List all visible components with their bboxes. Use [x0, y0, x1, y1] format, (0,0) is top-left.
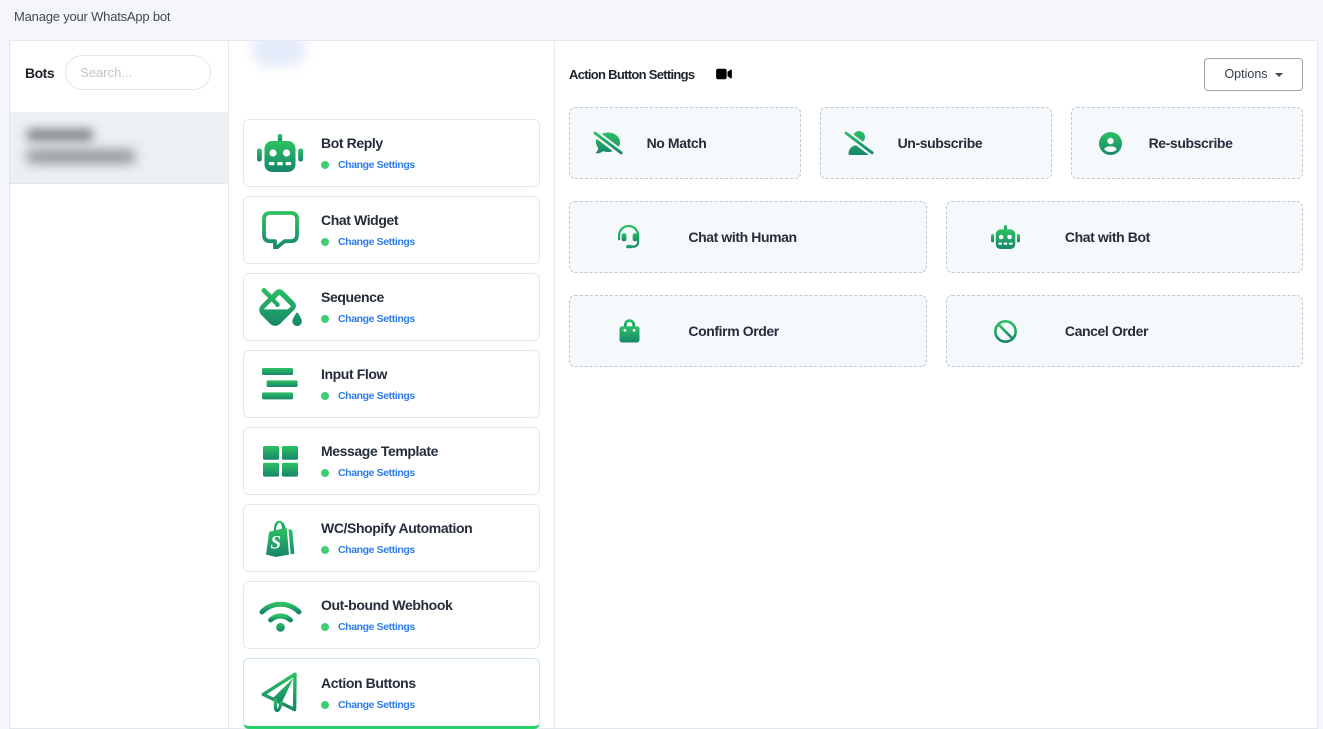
svg-text:S: S [271, 532, 282, 553]
